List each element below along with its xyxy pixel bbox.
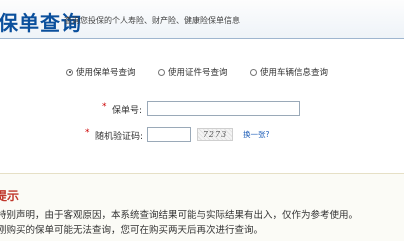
radio-unselected-icon[interactable] bbox=[158, 68, 165, 76]
radio-vehicle-info[interactable]: 使用车辆信息查询 bbox=[250, 66, 328, 78]
captcha-row: * 随机验证码: 7273 换一张? bbox=[0, 126, 404, 144]
radio-vehicle-info-label: 使用车辆信息查询 bbox=[260, 68, 329, 78]
policy-number-row: * 保单号: bbox=[0, 100, 404, 118]
query-form: 使用保单号查询 使用证件号查询 使用车辆信息查询 * 保单号: * 随机验证码:… bbox=[0, 39, 404, 172]
policy-number-label: 保单号: bbox=[112, 106, 143, 116]
radio-policy-number[interactable]: 使用保单号查询 bbox=[66, 66, 136, 78]
captcha-input[interactable] bbox=[147, 127, 191, 142]
required-mark: * bbox=[102, 102, 107, 112]
page-subtitle: 查询您投保的个人寿险、财产险、健康险保单信息 bbox=[64, 16, 240, 25]
radio-id-number-label: 使用证件号查询 bbox=[168, 68, 228, 78]
notice-line: 特别声明，由于客观原因，本系统查询结果可能与实际结果有出入，仅作为参考使用。 bbox=[0, 210, 359, 221]
captcha-label: 随机验证码: bbox=[95, 132, 144, 142]
page-header: 保单查询 查询您投保的个人寿险、财产险、健康险保单信息 bbox=[0, 0, 404, 39]
radio-policy-number-label: 使用保单号查询 bbox=[76, 68, 136, 78]
notice-title: 提示 bbox=[0, 189, 20, 203]
radio-selected-icon[interactable] bbox=[66, 68, 73, 76]
notice-line: 刚购买的保单可能无法查询，您可在购买两天后再次进行查询。 bbox=[0, 225, 264, 236]
captcha-image: 7273 bbox=[197, 128, 233, 141]
radio-unselected-icon[interactable] bbox=[250, 68, 257, 76]
refresh-captcha-link[interactable]: 换一张? bbox=[243, 129, 269, 140]
query-type-group: 使用保单号查询 使用证件号查询 使用车辆信息查询 bbox=[66, 66, 366, 80]
radio-id-number[interactable]: 使用证件号查询 bbox=[158, 66, 228, 78]
policy-number-input[interactable] bbox=[147, 101, 300, 116]
required-mark: * bbox=[85, 128, 90, 138]
notice-panel: 提示 特别声明，由于客观原因，本系统查询结果可能与实际结果有出入，仅作为参考使用… bbox=[0, 173, 404, 241]
